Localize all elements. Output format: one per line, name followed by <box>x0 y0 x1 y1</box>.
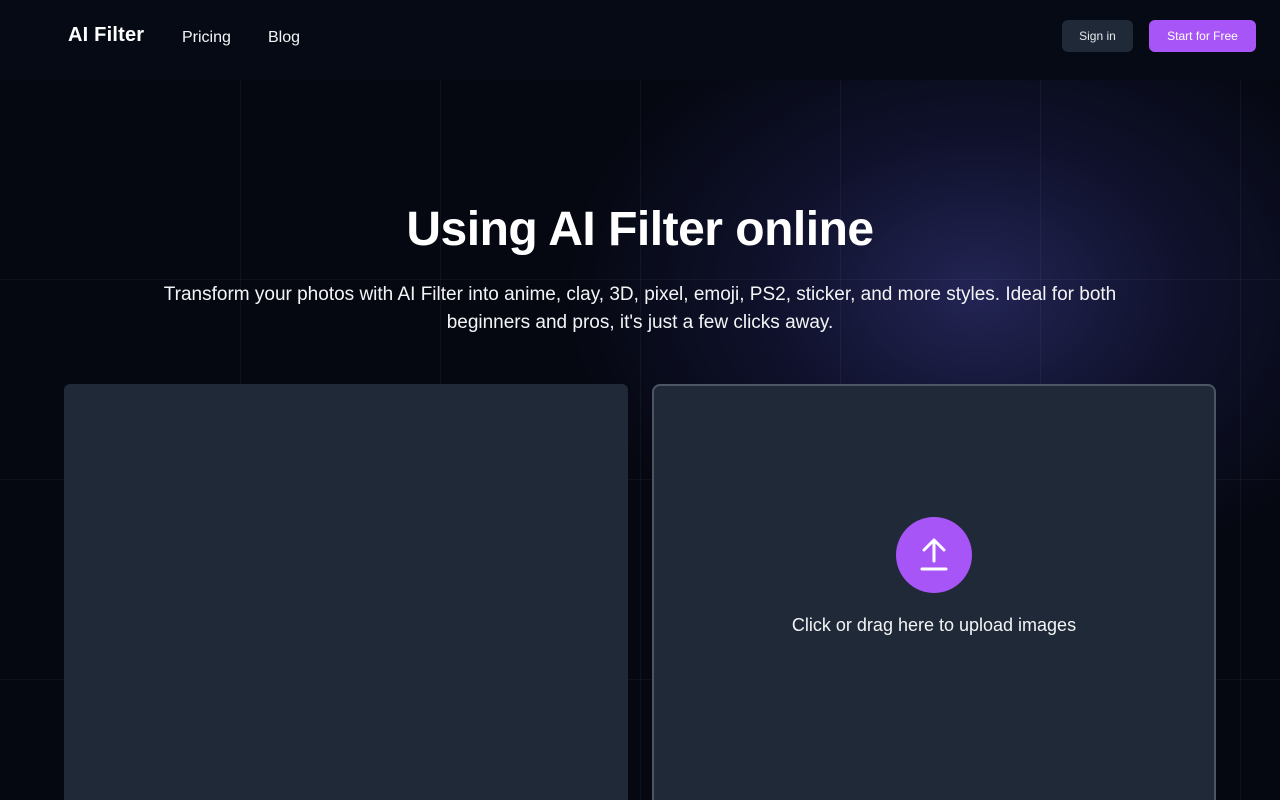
sign-in-button[interactable]: Sign in <box>1062 20 1133 52</box>
upload-dropzone[interactable]: Click or drag here to upload images <box>652 384 1216 800</box>
start-for-free-button[interactable]: Start for Free <box>1149 20 1256 52</box>
nav-link-pricing[interactable]: Pricing <box>182 29 231 47</box>
top-navbar: AI Filter Pricing Blog Sign in Start for… <box>0 0 1280 80</box>
upload-instruction: Click or drag here to upload images <box>791 615 1077 635</box>
logo[interactable]: AI Filter <box>68 24 144 47</box>
upload-button[interactable] <box>896 517 972 593</box>
result-preview-panel <box>64 384 628 800</box>
page-subtitle: Transform your photos with AI Filter int… <box>163 284 1117 333</box>
page-title: Using AI Filter online <box>406 203 874 256</box>
upload-arrow-icon <box>920 538 948 571</box>
nav-link-blog[interactable]: Blog <box>268 29 300 47</box>
